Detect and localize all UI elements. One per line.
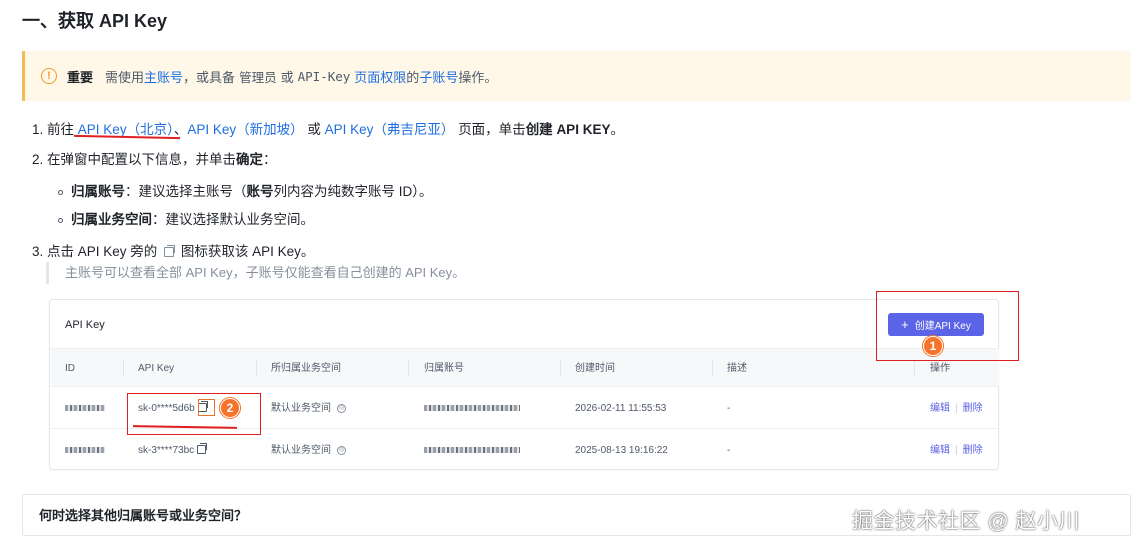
masked-id [65, 405, 105, 412]
notice-text: 需使用 [105, 69, 145, 85]
workspace-value: 默认业务空间 [271, 403, 331, 414]
faq-title: 何时选择其他归属账号或业务空间？ [39, 508, 248, 523]
notice-label: 重要 [67, 69, 94, 85]
step-badge-1: 1 [923, 336, 943, 356]
notice-text: 的 [406, 69, 420, 85]
step-text: 、 [173, 122, 188, 137]
notice-text: ，或具备 [183, 69, 236, 85]
main-account-link[interactable]: 主账号 [144, 67, 183, 86]
step-bold: 归属账号 [71, 184, 125, 199]
api-key-panel: API Key + 创建API Key ID API Key 所归属业务空间 归… [49, 299, 999, 470]
step-number: 2. [32, 152, 44, 167]
note-quote: 主账号可以查看全部 API Key，子账号仅能查看自己创建的 API Key。 [46, 262, 465, 284]
action-divider: | [955, 403, 958, 414]
workspace-cell: 默认业务空间 ◎ [271, 430, 346, 471]
api-key-virginia-link[interactable]: API Key（弗吉尼亚） [325, 122, 455, 137]
section-heading: 一、获取 API Key [22, 11, 168, 31]
step-number: 3. [32, 244, 44, 259]
column-header: 归属账号 [424, 363, 464, 374]
step-text: ：建议选择主账号（ [125, 184, 247, 199]
step-text: 列内容为纯数字账号 ID）。 [273, 184, 433, 199]
delete-link[interactable]: 删除 [963, 403, 983, 414]
step-text: ： [263, 152, 277, 167]
step-bold: 账号 [246, 184, 274, 199]
workspace-value: 默认业务空间 [271, 445, 331, 456]
page-permission-link[interactable]: 页面权限 [354, 67, 406, 86]
action-divider: | [955, 445, 958, 456]
id-cell [65, 388, 105, 429]
watermark: 掘金技术社区 @ 赵小川 [852, 510, 1080, 533]
delete-link[interactable]: 删除 [963, 445, 983, 456]
warning-circle-icon: ! [41, 68, 57, 84]
edit-link[interactable]: 编辑 [930, 403, 950, 414]
column-divider [712, 360, 713, 377]
column-header: 所归属业务空间 [271, 363, 341, 374]
desc-cell: - [727, 445, 731, 456]
api-key-value: sk-3****73bc [138, 445, 195, 456]
table-row: sk-3****73bc 默认业务空间 ◎ 2025-08-13 19:16:22… [51, 430, 999, 471]
desc-cell: - [727, 403, 731, 414]
step-text: 。 [610, 122, 624, 137]
step-text: 页面，单击 [458, 122, 526, 137]
column-divider [914, 360, 915, 377]
actions-cell: 编辑 | 删除 [930, 388, 983, 429]
id-cell [65, 430, 105, 471]
step-text: 在弹窗中配置以下信息，并单击 [47, 152, 237, 167]
step-2-sub-workspace: 归属业务空间：建议选择默认业务空间。 [58, 208, 314, 228]
step-text: 图标获取该 API Key。 [180, 244, 315, 259]
step-3: 3. 点击 API Key 旁的 图标获取该 API Key。 [32, 240, 314, 260]
step-bold: 创建 API KEY [525, 122, 611, 137]
bullet-icon [58, 189, 63, 195]
step-text: 或 [307, 122, 321, 137]
created-cell: 2026-02-11 11:55:53 [575, 403, 667, 414]
step-text: 前往 [47, 122, 75, 137]
bullet-icon [58, 217, 63, 223]
admin-code: 管理员 [239, 69, 277, 85]
column-divider [560, 360, 561, 377]
workspace-icon: ◎ [337, 403, 346, 413]
step-text: ：建议选择默认业务空间。 [152, 212, 314, 227]
sub-account-link[interactable]: 子账号 [419, 67, 458, 86]
create-button-highlight [876, 291, 1019, 361]
copy-icon[interactable] [197, 443, 208, 454]
step-2-sub-account: 归属账号：建议选择主账号（账号列内容为纯数字账号 ID）。 [58, 180, 433, 200]
column-header: 创建时间 [575, 363, 615, 374]
copy-icon [164, 245, 176, 257]
actions-cell: 编辑 | 删除 [930, 430, 983, 471]
masked-account [424, 447, 520, 454]
notice-text: 操作。 [458, 69, 498, 85]
column-divider [256, 360, 257, 377]
column-header: API Key [138, 363, 175, 374]
masked-id [65, 447, 105, 454]
notice-text: 或 [280, 69, 294, 85]
panel-title: API Key [65, 319, 105, 331]
created-cell: 2025-08-13 19:16:22 [575, 445, 668, 456]
workspace-icon: ◎ [337, 445, 346, 455]
column-header: 描述 [727, 363, 747, 374]
api-key-cell: sk-3****73bc [138, 430, 208, 471]
step-2: 2. 在弹窗中配置以下信息，并单击确定： [32, 148, 277, 168]
table-header: ID API Key 所归属业务空间 归属账号 创建时间 描述 操作 [51, 348, 999, 387]
step-text: 点击 API Key 旁的 [47, 244, 158, 259]
account-cell [424, 388, 520, 429]
step-bold: 归属业务空间 [71, 212, 152, 227]
workspace-cell: 默认业务空间 ◎ [271, 388, 346, 429]
column-divider [123, 360, 124, 377]
api-key-singapore-link[interactable]: API Key（新加坡） [187, 122, 303, 137]
masked-account [424, 405, 520, 412]
api-key-code: API-Key [297, 68, 351, 84]
column-divider [408, 360, 409, 377]
step-number: 1. [32, 122, 44, 137]
account-cell [424, 430, 520, 471]
api-key-highlight [127, 393, 261, 435]
important-notice: ! 重要 需使用 主账号 ，或具备 管理员 或 API-Key 页面权限 的 子… [22, 51, 1131, 101]
column-header: ID [65, 363, 75, 374]
edit-link[interactable]: 编辑 [930, 445, 950, 456]
step-bold: 确定 [236, 152, 264, 167]
